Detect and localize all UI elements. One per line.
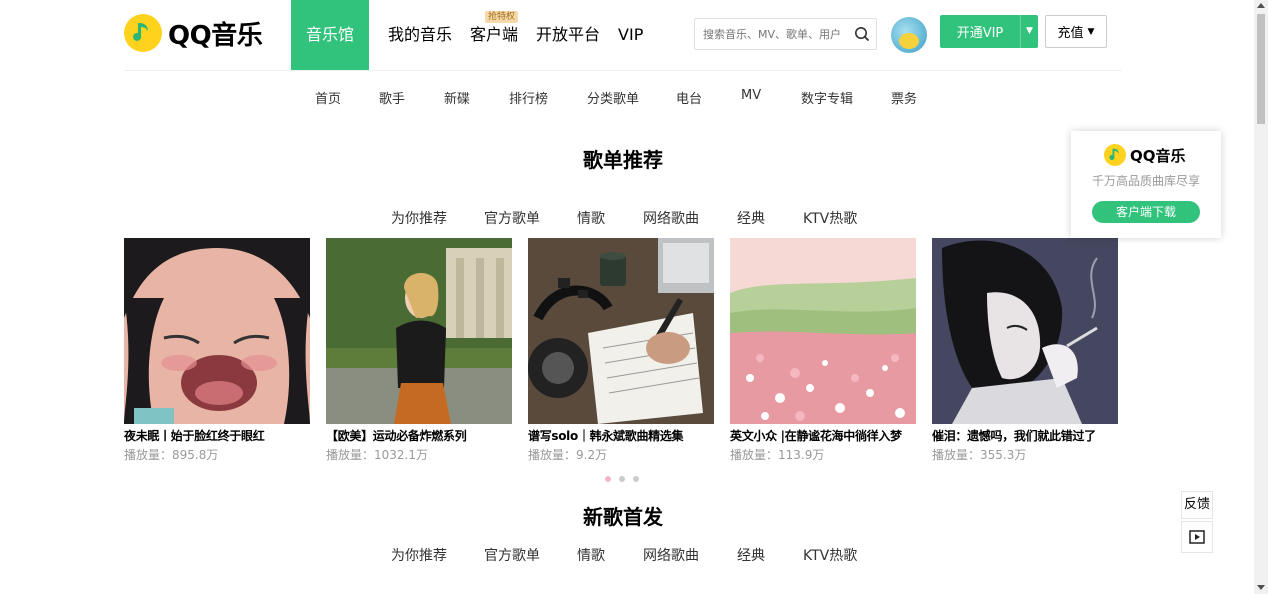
qq-music-logo-icon	[1104, 144, 1126, 166]
playlist-tabs: 为你推荐 官方歌单 情歌 网络歌曲 经典 KTV热歌	[0, 208, 1254, 228]
tab-classics[interactable]: 经典	[737, 208, 765, 228]
playlist-cover[interactable]	[124, 238, 310, 424]
scrollbar-thumb[interactable]	[1257, 14, 1265, 124]
qq-music-logo[interactable]: QQ音乐	[124, 14, 263, 52]
playlist-cover[interactable]	[528, 238, 714, 424]
playlist-title[interactable]: 谱写solo｜韩永斌歌曲精选集	[528, 428, 714, 445]
carousel-dot[interactable]	[619, 476, 625, 482]
nav-music-hall[interactable]: 音乐馆	[291, 0, 369, 70]
feedback-button[interactable]: 反馈	[1181, 491, 1213, 519]
subnav-singer[interactable]: 歌手	[379, 88, 405, 107]
carousel-dot[interactable]	[605, 476, 611, 482]
playlist-cover[interactable]	[326, 238, 512, 424]
subnav-digital-album[interactable]: 数字专辑	[801, 88, 853, 107]
playlist-card[interactable]: 夜未眠丨始于脸红终于眼红 播放量：895.8万	[124, 238, 310, 463]
sub-nav: 首页 歌手 新碟 排行榜 分类歌单 电台 MV 数字专辑 票务	[0, 88, 1254, 110]
play-count: 播放量：113.9万	[730, 448, 825, 462]
nav-client[interactable]: 抢特权 客户端	[461, 0, 527, 70]
tab-for-you[interactable]: 为你推荐	[391, 208, 447, 228]
nav-my-music[interactable]: 我的音乐	[379, 0, 461, 70]
nav-client-label: 客户端	[470, 25, 519, 44]
playlist-card[interactable]: 【欧美】运动必备炸燃系列 播放量：1032.1万	[326, 238, 512, 463]
search-icon[interactable]	[854, 26, 870, 42]
playlist-cover[interactable]	[932, 238, 1118, 424]
scroll-down-arrow-icon[interactable]	[1257, 585, 1265, 590]
subnav-radio[interactable]: 电台	[676, 88, 702, 107]
tab-internet-songs[interactable]: 网络歌曲	[643, 208, 699, 228]
chevron-down-icon: ▼	[1087, 26, 1095, 37]
client-download-button[interactable]: 客户端下载	[1092, 201, 1200, 223]
carousel-dot[interactable]	[633, 476, 639, 482]
recharge-button[interactable]: 充值 ▼	[1045, 15, 1107, 48]
tab-love-songs[interactable]: 情歌	[577, 545, 605, 565]
chevron-down-icon[interactable]: ▼	[1020, 15, 1038, 48]
scroll-up-arrow-icon[interactable]	[1257, 3, 1265, 8]
playlist-card[interactable]: 谱写solo｜韩永斌歌曲精选集 播放量：9.2万	[528, 238, 714, 463]
playlist-title[interactable]: 【欧美】运动必备炸燃系列	[326, 428, 512, 445]
subnav-tickets[interactable]: 票务	[891, 88, 917, 107]
tab-ktv-hits[interactable]: KTV热歌	[803, 208, 857, 228]
subnav-category-playlist[interactable]: 分类歌单	[587, 88, 639, 107]
panel-slogan: 千万高品质曲库尽享	[1091, 174, 1200, 188]
panel-brand: QQ音乐	[1130, 146, 1186, 165]
brand-name: QQ音乐	[168, 20, 263, 51]
play-count: 播放量：1032.1万	[326, 448, 428, 462]
playlist-title[interactable]: 英文小众 |在静谧花海中徜徉入梦	[730, 428, 916, 445]
play-count: 播放量：9.2万	[528, 448, 608, 462]
search-box	[694, 18, 877, 50]
playlist-cover[interactable]	[730, 238, 916, 424]
header-divider	[124, 70, 1122, 71]
play-count: 播放量：895.8万	[124, 448, 219, 462]
page-scrollbar[interactable]	[1254, 0, 1268, 594]
video-button[interactable]	[1181, 521, 1213, 553]
subnav-home[interactable]: 首页	[315, 88, 341, 107]
new-songs-section-title: 新歌首发	[583, 505, 663, 529]
play-video-icon	[1189, 530, 1205, 544]
playlist-title[interactable]: 夜未眠丨始于脸红终于眼红	[124, 428, 310, 445]
tab-official[interactable]: 官方歌单	[484, 545, 540, 565]
playlist-title[interactable]: 催泪：遗憾吗，我们就此错过了	[932, 428, 1118, 445]
client-download-panel: QQ音乐 千万高品质曲库尽享 客户端下载	[1071, 131, 1221, 238]
tab-ktv-hits[interactable]: KTV热歌	[803, 545, 857, 565]
tab-for-you[interactable]: 为你推荐	[391, 545, 447, 565]
subnav-new-album[interactable]: 新碟	[444, 88, 470, 107]
privilege-badge: 抢特权	[485, 11, 519, 23]
nav-open-platform[interactable]: 开放平台	[527, 0, 609, 70]
subnav-mv[interactable]: MV	[741, 88, 761, 103]
subnav-charts[interactable]: 排行榜	[509, 88, 548, 107]
playlist-card[interactable]: 英文小众 |在静谧花海中徜徉入梦 播放量：113.9万	[730, 238, 916, 463]
open-vip-button[interactable]: 开通VIP ▼	[940, 15, 1038, 48]
carousel-dots	[605, 476, 647, 482]
qq-music-logo-icon	[124, 14, 162, 52]
tab-internet-songs[interactable]: 网络歌曲	[643, 545, 699, 565]
tab-love-songs[interactable]: 情歌	[577, 208, 605, 228]
tab-classics[interactable]: 经典	[737, 545, 765, 565]
playlist-section-title: 歌单推荐	[583, 148, 663, 172]
recharge-label: 充值	[1057, 26, 1084, 41]
nav-vip[interactable]: VIP	[609, 0, 652, 70]
avatar-image	[899, 33, 919, 49]
open-vip-label: 开通VIP	[956, 26, 1004, 41]
main-nav: 音乐馆 我的音乐 抢特权 客户端 开放平台 VIP	[291, 0, 652, 70]
new-songs-tabs: 为你推荐 官方歌单 情歌 网络歌曲 经典 KTV热歌	[0, 545, 1254, 565]
play-count: 播放量：355.3万	[932, 448, 1027, 462]
user-avatar[interactable]	[891, 17, 927, 53]
search-input[interactable]	[695, 19, 850, 49]
top-header: QQ音乐 音乐馆 我的音乐 抢特权 客户端 开放平台 VIP 开通VIP ▼ 充…	[0, 0, 1254, 70]
panel-logo: QQ音乐	[1104, 144, 1186, 166]
playlist-card[interactable]: 催泪：遗憾吗，我们就此错过了 播放量：355.3万	[932, 238, 1118, 463]
tab-official[interactable]: 官方歌单	[484, 208, 540, 228]
